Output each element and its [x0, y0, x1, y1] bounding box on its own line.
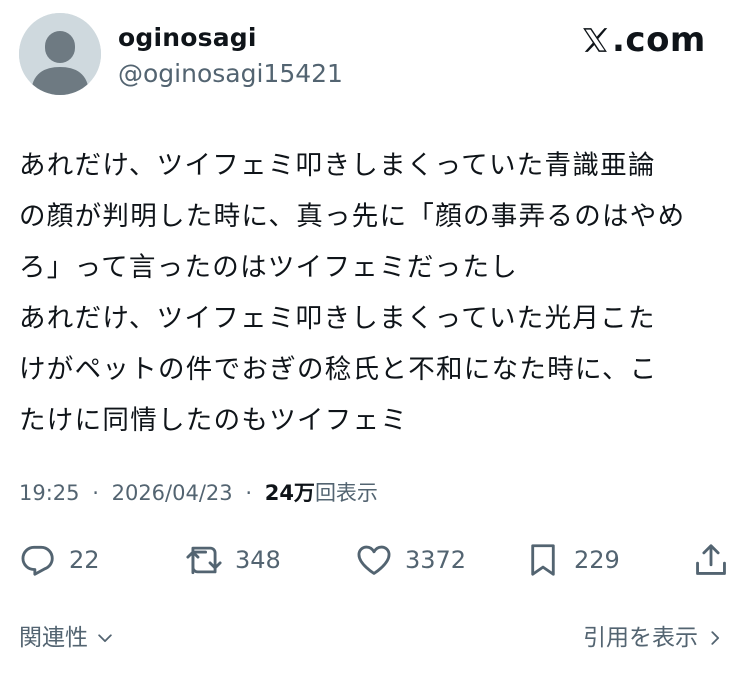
chevron-right-icon: [711, 631, 720, 645]
brand-text: .com: [612, 20, 706, 60]
meta-separator: ·: [245, 481, 253, 505]
heart-icon: [357, 545, 391, 575]
bookmark-icon: [531, 544, 555, 576]
bookmark-button[interactable]: 229: [524, 538, 620, 582]
post-date[interactable]: 2026/04/23: [112, 481, 233, 505]
like-count: 3372: [405, 546, 467, 574]
post-time[interactable]: 19:25: [19, 481, 80, 505]
bookmark-count: 229: [574, 546, 620, 574]
author-display-name[interactable]: oginosagi: [118, 22, 257, 54]
view-quotes-link[interactable]: 引用を表示: [583, 622, 724, 654]
post-line: けがペットの件でおぎの稔氏と不和になた時に、こ: [19, 354, 658, 385]
reply-count: 22: [69, 546, 100, 574]
action-bar: 22 348 3372 229: [0, 538, 750, 582]
post-line: たけに同情したのもツイフェミ: [19, 405, 409, 436]
repost-button[interactable]: 348: [185, 538, 281, 582]
post-line: ろ」って言ったのはツイフェミだったし: [19, 252, 519, 283]
related-dropdown[interactable]: 関連性: [19, 622, 114, 654]
view-quotes-label: 引用を表示: [583, 625, 698, 651]
views-label: 回表示: [314, 481, 378, 505]
author-handle[interactable]: @oginosagi15421: [118, 58, 343, 90]
reply-icon: [21, 545, 54, 576]
repost-icon: [186, 546, 222, 575]
avatar[interactable]: [19, 13, 101, 95]
chevron-down-icon: [98, 634, 112, 643]
post-meta: 19:25 · 2026/04/23 · 24万回表示: [19, 478, 378, 508]
post-line: あれだけ、ツイフェミ叩きしまくっていた光月こた: [19, 303, 656, 334]
post-line: あれだけ、ツイフェミ叩きしまくっていた青識亜論: [19, 150, 656, 181]
repost-count: 348: [235, 546, 281, 574]
meta-separator: ·: [92, 481, 99, 505]
share-icon: [696, 544, 726, 575]
share-button[interactable]: [692, 538, 730, 582]
like-button[interactable]: 3372: [355, 538, 466, 582]
views-count: 24万: [264, 481, 315, 505]
default-avatar-icon: [19, 13, 101, 95]
related-label: 関連性: [19, 625, 88, 651]
x-logo-icon: [583, 28, 608, 52]
post-line: の顔が判明した時に、真っ先に「顔の事弄るのはやめ: [19, 201, 686, 232]
brand-logo[interactable]: .com: [580, 20, 706, 60]
reply-button[interactable]: 22: [19, 538, 100, 582]
post-text: あれだけ、ツイフェミ叩きしまくっていた青識亜論 の顔が判明した時に、真っ先に「顔…: [19, 140, 731, 446]
